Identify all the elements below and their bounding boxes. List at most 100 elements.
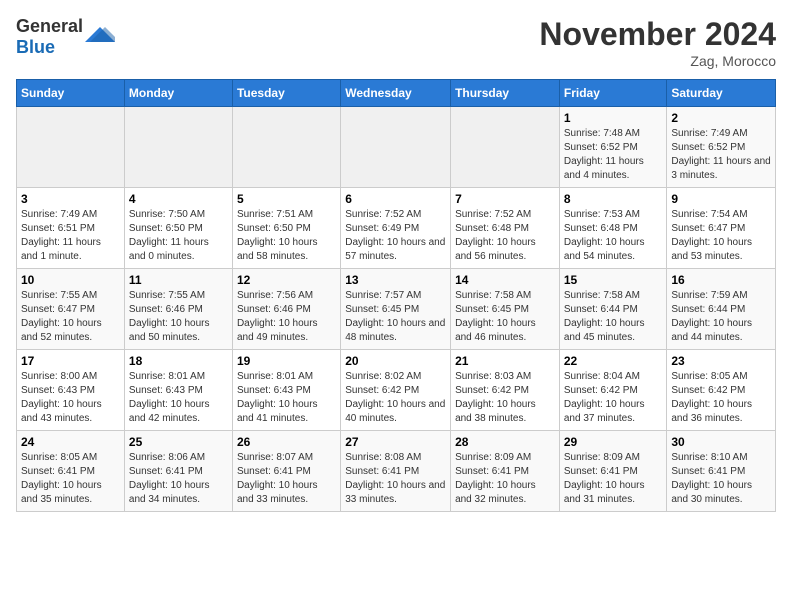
day-number: 20 [345,354,446,368]
day-cell: 29Sunrise: 8:09 AM Sunset: 6:41 PM Dayli… [559,431,667,512]
day-info: Sunrise: 7:50 AM Sunset: 6:50 PM Dayligh… [129,208,228,264]
day-number: 24 [21,435,120,449]
day-number: 25 [129,435,228,449]
day-cell: 20Sunrise: 8:02 AM Sunset: 6:42 PM Dayli… [341,350,451,431]
day-cell: 14 Sunrise: 7:58 AM Sunset: 6:45 PM Dayli… [451,269,560,350]
day-cell: 28Sunrise: 8:09 AM Sunset: 6:41 PM Dayli… [451,431,560,512]
day-cell: 12 Sunrise: 7:56 AM Sunset: 6:46 PM Dayli… [232,269,340,350]
logo-icon [85,22,115,52]
day-number: 22 [564,354,663,368]
day-info: Sunrise: 7:58 AM Sunset: 6:45 PM Dayligh… [455,289,555,345]
week-row-5: 24 Sunrise: 8:05 AM Sunset: 6:41 PM Dayli… [17,431,776,512]
weekday-header-friday: Friday [559,80,667,107]
week-row-2: 3 Sunrise: 7:49 AM Sunset: 6:51 PM Daylig… [17,188,776,269]
day-cell: 7 Sunrise: 7:52 AM Sunset: 6:48 PM Daylig… [451,188,560,269]
day-number: 15 [564,273,663,287]
day-cell: 1 Sunrise: 7:48 AM Sunset: 6:52 PM Daylig… [559,107,667,188]
day-info: Sunrise: 8:05 AM Sunset: 6:42 PM Dayligh… [671,370,771,426]
day-number: 2 [671,111,771,125]
day-info: Sunrise: 7:51 AM Sunset: 6:50 PM Dayligh… [237,208,336,264]
day-number: 23 [671,354,771,368]
day-cell: 5 Sunrise: 7:51 AM Sunset: 6:50 PM Daylig… [232,188,340,269]
day-info: Sunrise: 8:08 AM Sunset: 6:41 PM Dayligh… [345,451,446,507]
day-info: Sunrise: 7:55 AM Sunset: 6:46 PM Dayligh… [129,289,228,345]
day-cell: 3 Sunrise: 7:49 AM Sunset: 6:51 PM Daylig… [17,188,125,269]
day-cell: 13 Sunrise: 7:57 AM Sunset: 6:45 PM Dayli… [341,269,451,350]
page-header: General Blue November 2024 Zag, Morocco [16,16,776,69]
weekday-header-row: SundayMondayTuesdayWednesdayThursdayFrid… [17,80,776,107]
day-cell: 23 Sunrise: 8:05 AM Sunset: 6:42 PM Dayli… [667,350,776,431]
weekday-header-saturday: Saturday [667,80,776,107]
day-cell: 16Sunrise: 7:59 AM Sunset: 6:44 PM Dayli… [667,269,776,350]
day-info: Sunrise: 8:06 AM Sunset: 6:41 PM Dayligh… [129,451,228,507]
day-cell: 26 Sunrise: 8:07 AM Sunset: 6:41 PM Dayli… [232,431,340,512]
day-info: Sunrise: 7:55 AM Sunset: 6:47 PM Dayligh… [21,289,120,345]
day-info: Sunrise: 7:53 AM Sunset: 6:48 PM Dayligh… [564,208,663,264]
day-number: 6 [345,192,446,206]
weekday-header-monday: Monday [124,80,232,107]
logo: General Blue [16,16,115,58]
day-cell: 27Sunrise: 8:08 AM Sunset: 6:41 PM Dayli… [341,431,451,512]
day-number: 12 [237,273,336,287]
day-number: 10 [21,273,120,287]
day-cell: 15 Sunrise: 7:58 AM Sunset: 6:44 PM Dayli… [559,269,667,350]
calendar-table: SundayMondayTuesdayWednesdayThursdayFrid… [16,79,776,512]
logo-blue: Blue [16,37,55,57]
day-cell: 30 Sunrise: 8:10 AM Sunset: 6:41 PM Dayli… [667,431,776,512]
day-info: Sunrise: 7:52 AM Sunset: 6:48 PM Dayligh… [455,208,555,264]
day-number: 4 [129,192,228,206]
day-info: Sunrise: 7:56 AM Sunset: 6:46 PM Dayligh… [237,289,336,345]
day-cell: 19Sunrise: 8:01 AM Sunset: 6:43 PM Dayli… [232,350,340,431]
day-number: 16 [671,273,771,287]
week-row-4: 17 Sunrise: 8:00 AM Sunset: 6:43 PM Dayli… [17,350,776,431]
weekday-header-sunday: Sunday [17,80,125,107]
day-info: Sunrise: 7:49 AM Sunset: 6:51 PM Dayligh… [21,208,120,264]
day-number: 18 [129,354,228,368]
day-info: Sunrise: 7:49 AM Sunset: 6:52 PM Dayligh… [671,127,771,183]
day-cell [124,107,232,188]
weekday-header-thursday: Thursday [451,80,560,107]
title-block: November 2024 Zag, Morocco [539,16,776,69]
day-cell [451,107,560,188]
day-info: Sunrise: 8:03 AM Sunset: 6:42 PM Dayligh… [455,370,555,426]
day-info: Sunrise: 8:07 AM Sunset: 6:41 PM Dayligh… [237,451,336,507]
day-info: Sunrise: 8:00 AM Sunset: 6:43 PM Dayligh… [21,370,120,426]
day-cell: 17 Sunrise: 8:00 AM Sunset: 6:43 PM Dayli… [17,350,125,431]
day-info: Sunrise: 8:10 AM Sunset: 6:41 PM Dayligh… [671,451,771,507]
day-number: 13 [345,273,446,287]
day-cell: 8 Sunrise: 7:53 AM Sunset: 6:48 PM Daylig… [559,188,667,269]
day-number: 30 [671,435,771,449]
day-number: 17 [21,354,120,368]
day-info: Sunrise: 7:58 AM Sunset: 6:44 PM Dayligh… [564,289,663,345]
day-number: 7 [455,192,555,206]
day-info: Sunrise: 7:57 AM Sunset: 6:45 PM Dayligh… [345,289,446,345]
weekday-header-wednesday: Wednesday [341,80,451,107]
day-info: Sunrise: 7:52 AM Sunset: 6:49 PM Dayligh… [345,208,446,264]
day-number: 14 [455,273,555,287]
day-number: 26 [237,435,336,449]
day-cell: 6 Sunrise: 7:52 AM Sunset: 6:49 PM Daylig… [341,188,451,269]
day-info: Sunrise: 8:01 AM Sunset: 6:43 PM Dayligh… [237,370,336,426]
month-title: November 2024 [539,16,776,53]
day-cell: 25 Sunrise: 8:06 AM Sunset: 6:41 PM Dayli… [124,431,232,512]
day-number: 21 [455,354,555,368]
day-info: Sunrise: 7:54 AM Sunset: 6:47 PM Dayligh… [671,208,771,264]
day-number: 5 [237,192,336,206]
week-row-3: 10 Sunrise: 7:55 AM Sunset: 6:47 PM Dayli… [17,269,776,350]
day-number: 8 [564,192,663,206]
weekday-header-tuesday: Tuesday [232,80,340,107]
day-number: 3 [21,192,120,206]
day-info: Sunrise: 8:04 AM Sunset: 6:42 PM Dayligh… [564,370,663,426]
day-number: 11 [129,273,228,287]
day-number: 28 [455,435,555,449]
day-info: Sunrise: 7:48 AM Sunset: 6:52 PM Dayligh… [564,127,663,183]
day-cell: 21 Sunrise: 8:03 AM Sunset: 6:42 PM Dayli… [451,350,560,431]
day-cell: 22 Sunrise: 8:04 AM Sunset: 6:42 PM Dayli… [559,350,667,431]
week-row-1: 1 Sunrise: 7:48 AM Sunset: 6:52 PM Daylig… [17,107,776,188]
day-cell: 9Sunrise: 7:54 AM Sunset: 6:47 PM Daylig… [667,188,776,269]
day-number: 1 [564,111,663,125]
day-cell: 24 Sunrise: 8:05 AM Sunset: 6:41 PM Dayli… [17,431,125,512]
day-info: Sunrise: 8:05 AM Sunset: 6:41 PM Dayligh… [21,451,120,507]
day-cell: 10 Sunrise: 7:55 AM Sunset: 6:47 PM Dayli… [17,269,125,350]
day-cell: 4 Sunrise: 7:50 AM Sunset: 6:50 PM Daylig… [124,188,232,269]
